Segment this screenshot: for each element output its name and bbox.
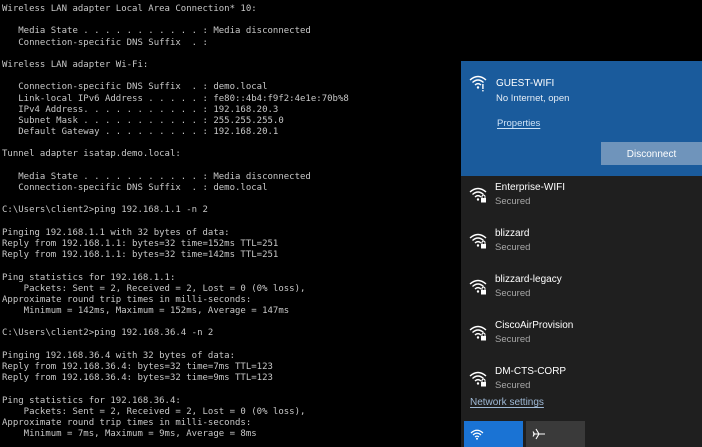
network-name: blizzard [495,228,530,239]
properties-link[interactable]: Properties [497,118,540,129]
wifi-warning-icon [469,74,487,92]
wifi-secured-icon [469,324,487,342]
disconnect-button[interactable]: Disconnect [601,142,702,165]
network-name: DM-CTS-CORP [495,366,567,377]
network-security-status: Secured [495,242,531,253]
airplane-icon [532,428,545,440]
network-item-blizzard-legacy[interactable]: blizzard-legacy Secured [461,268,702,314]
console-line: Connection-specific DNS Suffix . : [2,37,208,48]
network-settings-link[interactable]: Network settings [470,397,544,408]
wifi-secured-icon [469,370,487,388]
active-network-card[interactable]: GUEST-WIFI No Internet, open Properties … [461,61,702,176]
network-name: CiscoAirProvision [495,320,574,331]
network-security-status: Secured [495,288,531,299]
network-item-dm-cts-corp[interactable]: DM-CTS-CORP Secured [461,360,702,390]
network-name: Enterprise-WIFI [495,182,566,193]
active-network-status: No Internet, open [496,93,570,104]
network-item-ciscoairprovision[interactable]: CiscoAirProvision Secured [461,314,702,360]
network-item-blizzard[interactable]: blizzard Secured [461,222,702,268]
network-item-enterprise-wifi[interactable]: Enterprise-WIFI Secured [461,176,702,222]
active-network-ssid: GUEST-WIFI [496,78,555,89]
wifi-secured-icon [469,278,487,296]
wifi-secured-icon [469,232,487,250]
network-name: blizzard-legacy [495,274,562,285]
wifi-tile[interactable] [464,421,523,447]
console-line: Wireless LAN adapter Local Area Connecti… [2,4,257,14]
console-line: Media State . . . . . . . . . . . : Medi… [2,26,311,37]
network-security-status: Secured [495,196,531,207]
network-security-status: Secured [495,380,531,390]
wifi-icon [470,429,484,440]
airplane-mode-tile[interactable] [526,421,585,447]
network-security-status: Secured [495,334,531,345]
wifi-secured-icon [469,186,487,204]
network-flyout: GUEST-WIFI No Internet, open Properties … [461,61,702,447]
